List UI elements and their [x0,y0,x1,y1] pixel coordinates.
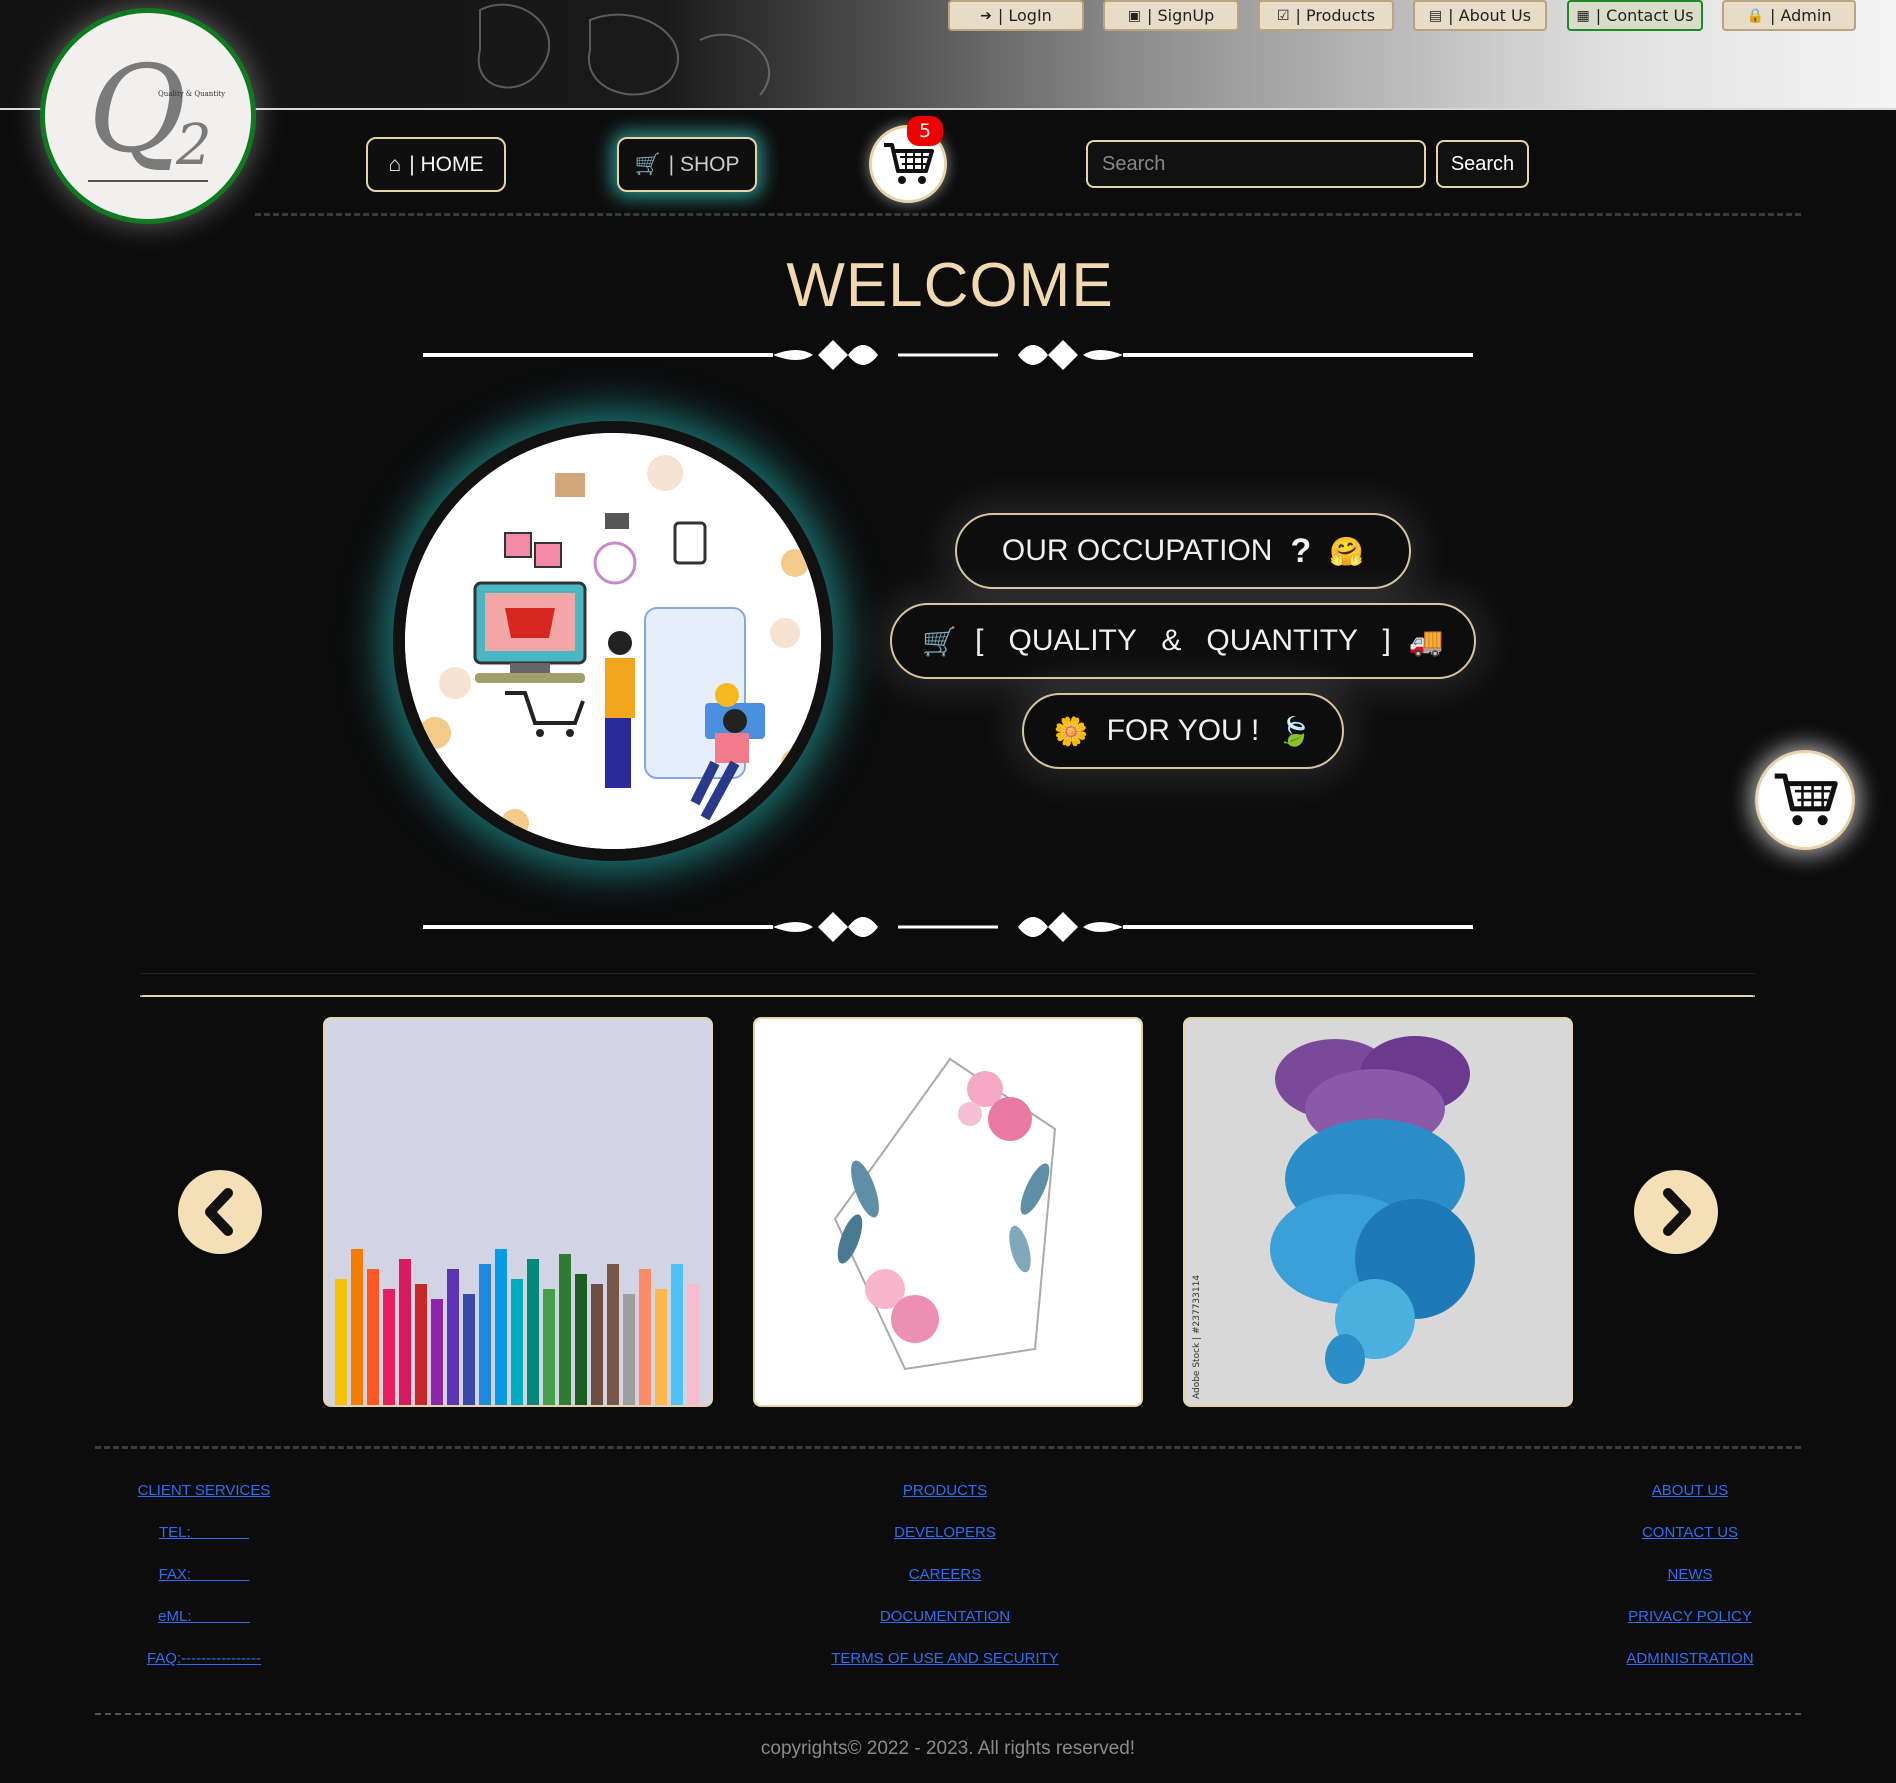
products-link[interactable]: ☑ | Products [1258,0,1394,31]
products-label: | Products [1295,6,1376,25]
home-icon: ⌂ [388,152,402,176]
flourish-divider-bottom [423,912,1473,942]
hugging-face-emoji-icon: 🤗 [1329,535,1365,567]
login-link[interactable]: ➔ | LogIn [948,0,1084,31]
svg-text:2: 2 [175,113,212,178]
about-link[interactable]: ▤ | About Us [1413,0,1547,31]
copyright-text: copyrights© 2022 - 2023. All rights rese… [760,1738,1136,1759]
footer-link-careers[interactable]: CAREERS [909,1564,982,1585]
shopping-cart-icon [1774,773,1838,826]
colored-pencils-image [325,1019,711,1405]
footer-link-terms[interactable]: TERMS OF USE AND SECURITY [831,1648,1059,1669]
cart-icon: 🛒 [634,152,661,176]
admin-link[interactable]: 🔒 | Admin [1722,0,1856,31]
hero-illustration [393,421,833,861]
quality-quantity-pill: 🛒 [ QUALITY & QUANTITY ] 🚚 [890,603,1476,679]
chevron-left-icon [205,1188,233,1236]
nav-divider [255,213,1801,216]
shopping-cart-icon [884,143,934,184]
svg-text:Quality & Quantity: Quality & Quantity [158,90,225,98]
cart-count-badge: 5 [907,116,943,146]
floating-cart-button[interactable] [1755,750,1855,850]
q2-logo-mark: Q 2 Quality & Quantity [88,41,225,182]
occupation-text: OUR OCCUPATION [1001,534,1273,567]
shop-button[interactable]: 🛒 | SHOP [617,137,757,192]
for-you-text: FOR YOU ! [1106,714,1260,747]
floral-decoration [477,3,771,96]
footer-link-administration[interactable]: ADMINISTRATION [1626,1648,1753,1669]
footer-link-privacy-policy[interactable]: PRIVACY POLICY [1628,1606,1752,1627]
quality-quantity-text: [ QUALITY & QUANTITY ] [975,624,1391,657]
carousel-next-button[interactable] [1634,1170,1718,1254]
leaf-emoji-icon: 🍃 [1277,715,1313,747]
footer-link-products[interactable]: PRODUCTS [903,1480,987,1501]
top-bar: ➔ | LogIn ▣ | SignUp ☑ | Products ▤ | Ab… [0,0,1896,110]
footer-top-divider [95,1446,1801,1449]
svg-text:Q: Q [88,41,186,180]
search-input[interactable] [1086,140,1426,188]
footer-bottom-divider [95,1713,1801,1715]
section-divider [140,973,1755,974]
carousel-card-floral[interactable] [753,1017,1143,1407]
carousel-card-pencils[interactable] [323,1017,713,1407]
footer-link-developers[interactable]: DEVELOPERS [894,1522,996,1543]
contact-link[interactable]: ▦ | Contact Us [1567,0,1703,31]
about-label: | About Us [1448,6,1532,25]
site-logo[interactable]: Q 2 Quality & Quantity [40,8,256,224]
login-icon: ➔ [980,7,992,24]
footer-link-news[interactable]: NEWS [1668,1564,1713,1585]
signup-label: | SignUp [1146,6,1215,25]
flourish-divider-top [423,340,1473,370]
footer-link-faq[interactable]: FAQ:---------------- [147,1648,261,1669]
occupation-pill: OUR OCCUPATION ? 🤗 [955,513,1411,589]
cart-emoji-icon: 🛒 [922,625,958,657]
login-label: | LogIn [997,6,1052,25]
home-label: | HOME [409,152,484,176]
user-card-icon: ▣ [1127,7,1141,24]
shop-label: | SHOP [668,152,740,176]
footer-link-client-services[interactable]: CLIENT SERVICES [138,1480,271,1501]
footer-link-tel[interactable]: TEL: [159,1522,249,1543]
image-watermark: Adobe Stock | #237733114 [1192,1275,1202,1399]
admin-label: | Admin [1769,6,1832,25]
footer-client-services: CLIENT SERVICES TEL: FAX: eML: FAQ:-----… [118,1480,290,1669]
chevron-right-icon [1663,1188,1691,1236]
carousel-prev-button[interactable] [178,1170,262,1254]
floral-wreath-image [755,1019,1141,1405]
truck-emoji-icon: 🚚 [1408,625,1444,657]
carousel-top-border [140,995,1755,997]
footer-link-contact-us[interactable]: CONTACT US [1642,1522,1738,1543]
contact-label: | Contact Us [1595,6,1694,25]
footer-link-documentation[interactable]: DOCUMENTATION [880,1606,1010,1627]
footer-about: ABOUT US CONTACT US NEWS PRIVACY POLICY … [1600,1480,1780,1669]
address-card-icon: ▦ [1576,7,1590,24]
footer-link-about-us[interactable]: ABOUT US [1652,1480,1728,1501]
welcome-heading: WELCOME [786,251,1114,320]
checkbox-icon: ☑ [1276,7,1290,24]
footer-products: PRODUCTS DEVELOPERS CAREERS DOCUMENTATIO… [795,1480,1095,1669]
ecommerce-illustration [405,433,821,849]
flower-emoji-icon: 🌼 [1053,715,1089,747]
question-mark: ? [1290,531,1312,570]
footer-link-email[interactable]: eML: [158,1606,250,1627]
lock-icon: 🔒 [1746,7,1764,24]
signup-link[interactable]: ▣ | SignUp [1103,0,1239,31]
for-you-pill: 🌼 FOR YOU ! 🍃 [1022,693,1344,769]
footer-link-fax[interactable]: FAX: [159,1564,250,1585]
ink-smoke-image: Adobe Stock | #237733114 [1185,1019,1571,1405]
search-button[interactable]: Search [1436,140,1529,188]
home-button[interactable]: ⌂ | HOME [366,137,506,192]
carousel-card-ink[interactable]: Adobe Stock | #237733114 [1183,1017,1573,1407]
id-badge-icon: ▤ [1428,7,1443,24]
